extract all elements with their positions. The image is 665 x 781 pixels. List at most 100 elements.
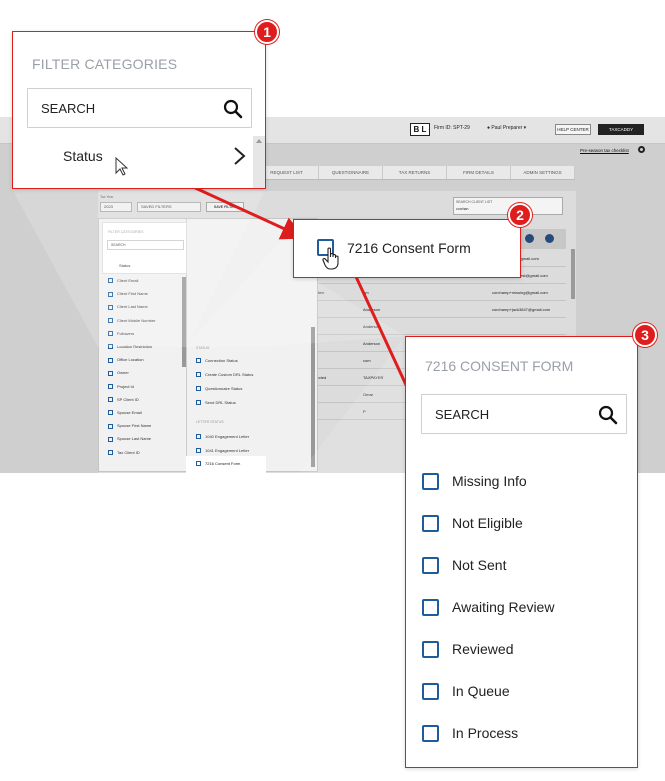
table-cell: corchamp+missing@gmail.com <box>492 290 548 295</box>
pointer-cursor-icon <box>115 157 129 176</box>
mini-category-label: SP Client ID <box>117 396 139 402</box>
mini-category-item[interactable]: Spouse Last Name <box>108 436 151 442</box>
mini-status-label: 1040 Engagement Letter <box>205 434 250 439</box>
mini-checkbox[interactable] <box>108 450 113 456</box>
mini-checkbox[interactable] <box>108 291 113 297</box>
mini-status-item[interactable]: Send DRL Status <box>196 400 236 406</box>
option-checkbox[interactable] <box>422 724 439 742</box>
mini-category-item[interactable]: Spouse Email <box>108 410 142 416</box>
mini-category-item[interactable]: Spouse First Name <box>108 423 151 429</box>
firm-id: Firm ID: SPT-29 <box>434 125 470 131</box>
mini-category-item[interactable]: Client Email <box>108 278 138 284</box>
option-label: Awaiting Review <box>452 599 555 615</box>
mini-category-item[interactable]: Client First Name <box>108 291 148 297</box>
mini-category-item[interactable]: Tax Client ID <box>108 449 140 456</box>
mini-status-label: Send DRL Status <box>205 400 236 405</box>
mini-category-scrollbar[interactable] <box>182 277 186 367</box>
consent-status-option[interactable]: Reviewed <box>422 638 513 660</box>
mini-checkbox[interactable] <box>108 410 113 416</box>
pre-season-link[interactable]: Pre-season tax checklist <box>580 148 629 153</box>
table-cell: TAXPAYER <box>363 375 384 380</box>
mini-checkbox[interactable] <box>108 436 113 442</box>
mini-category-item[interactable]: Project Id <box>108 383 134 390</box>
mini-checkbox[interactable] <box>196 448 201 454</box>
mini-checkbox[interactable] <box>196 372 201 378</box>
mini-checkbox[interactable] <box>108 357 113 363</box>
option-checkbox[interactable] <box>422 640 439 658</box>
mini-category-item[interactable]: Location Restriction <box>108 344 152 350</box>
consent-search-input[interactable]: SEARCH <box>421 394 627 434</box>
mini-category-item[interactable]: Client Mobile Number <box>108 317 156 324</box>
step-badge-1: 1 <box>255 20 279 44</box>
users-icon[interactable] <box>525 234 534 243</box>
tax-year-select[interactable]: 2023 <box>100 202 132 212</box>
step-badge-3: 3 <box>633 323 657 347</box>
mini-category-label: Project Id <box>117 383 134 389</box>
firm-logo: B L <box>410 123 430 136</box>
mini-category-item[interactable]: Office Location <box>108 357 144 363</box>
mini-checkbox[interactable] <box>108 397 113 403</box>
mini-checkbox[interactable] <box>108 423 113 429</box>
mini-filter-popup: FILTER CATEGORIES SEARCH Status <box>102 222 187 274</box>
mini-category-label: Followers <box>117 330 135 336</box>
search-icon[interactable] <box>598 405 618 425</box>
mini-category-item[interactable]: Client Last Name <box>108 304 148 310</box>
mini-status-item[interactable]: Questionnaire Status <box>196 386 242 392</box>
tab-admin-settings[interactable]: ADMIN SETTINGS <box>511 166 575 179</box>
filter-search-input[interactable]: SEARCH <box>27 88 252 128</box>
mini-checkbox[interactable] <box>108 304 113 310</box>
mini-checkbox[interactable] <box>196 358 201 364</box>
mini-status-item[interactable]: Status <box>119 263 130 268</box>
mini-checkbox[interactable] <box>108 331 113 337</box>
gear-icon[interactable] <box>638 146 645 153</box>
table-cell: corchamp+jack3847@gmail.com <box>492 307 551 312</box>
consent-status-option[interactable]: Missing Info <box>422 470 527 492</box>
mini-checkbox[interactable] <box>108 384 113 390</box>
consent-status-option[interactable]: Not Sent <box>422 554 506 576</box>
tab-firm-details[interactable]: FIRM DETAILS <box>447 166 511 179</box>
mini-status-scrollbar[interactable] <box>311 327 315 467</box>
consent-search-placeholder: SEARCH <box>435 407 490 422</box>
mini-category-item[interactable]: Followers <box>108 330 135 337</box>
mini-status-item[interactable]: Create Custom DRL Status <box>196 372 253 378</box>
consent-status-option[interactable]: Awaiting Review <box>422 596 554 618</box>
mini-checkbox[interactable] <box>108 370 113 376</box>
save-filter-button[interactable]: SAVE FILTER <box>206 202 244 212</box>
mini-category-label: Client Mobile Number <box>117 317 156 323</box>
mini-status-item[interactable]: 1040 Engagement Letter <box>196 434 250 440</box>
mini-checkbox[interactable] <box>108 318 113 324</box>
mini-consent-item[interactable]: 7216 Consent Form <box>186 456 266 473</box>
mini-category-label: Tax Client ID <box>117 449 140 455</box>
consent-status-option[interactable]: In Queue <box>422 680 510 702</box>
mini-checkbox[interactable] <box>196 400 201 406</box>
mini-status-item[interactable]: Connection Status <box>196 358 238 364</box>
consent-status-option[interactable]: Not Eligible <box>422 512 523 534</box>
mini-category-item[interactable]: SP Client ID <box>108 396 139 403</box>
option-checkbox[interactable] <box>422 556 439 574</box>
user-menu[interactable]: ● Paul Preparer ▾ <box>487 125 526 131</box>
table-scrollbar[interactable] <box>571 249 575 299</box>
option-checkbox[interactable] <box>422 472 439 490</box>
mini-checkbox[interactable] <box>108 278 113 284</box>
option-checkbox[interactable] <box>422 514 439 532</box>
taxcaddy-button[interactable]: TAXCADDY <box>598 124 644 135</box>
option-checkbox[interactable] <box>422 598 439 616</box>
saved-filters-select[interactable]: SAVED FILTERS <box>137 202 201 212</box>
mini-checkbox[interactable] <box>108 344 113 350</box>
option-checkbox[interactable] <box>422 682 439 700</box>
tab-questionnaire[interactable]: QUESTIONNAIRE <box>319 166 383 179</box>
chevron-right-icon[interactable] <box>232 146 246 166</box>
mini-status-item[interactable]: 1041 Engagement Letter <box>196 448 249 454</box>
mini-checkbox[interactable] <box>196 386 201 392</box>
search-icon[interactable] <box>223 99 243 119</box>
tab-tax-returns[interactable]: TAX RETURNS <box>383 166 447 179</box>
mini-checkbox[interactable] <box>196 434 201 440</box>
category-status[interactable]: Status <box>63 148 103 164</box>
category-scrollbar[interactable] <box>253 136 265 188</box>
mini-category-item[interactable]: Owner <box>108 370 129 376</box>
consent-status-option[interactable]: In Process <box>422 722 518 744</box>
help-icon[interactable] <box>545 234 554 243</box>
mini-checkbox[interactable] <box>196 461 201 467</box>
mini-search-input[interactable]: SEARCH <box>107 240 184 250</box>
help-center-button[interactable]: HELP CENTER <box>555 124 591 135</box>
